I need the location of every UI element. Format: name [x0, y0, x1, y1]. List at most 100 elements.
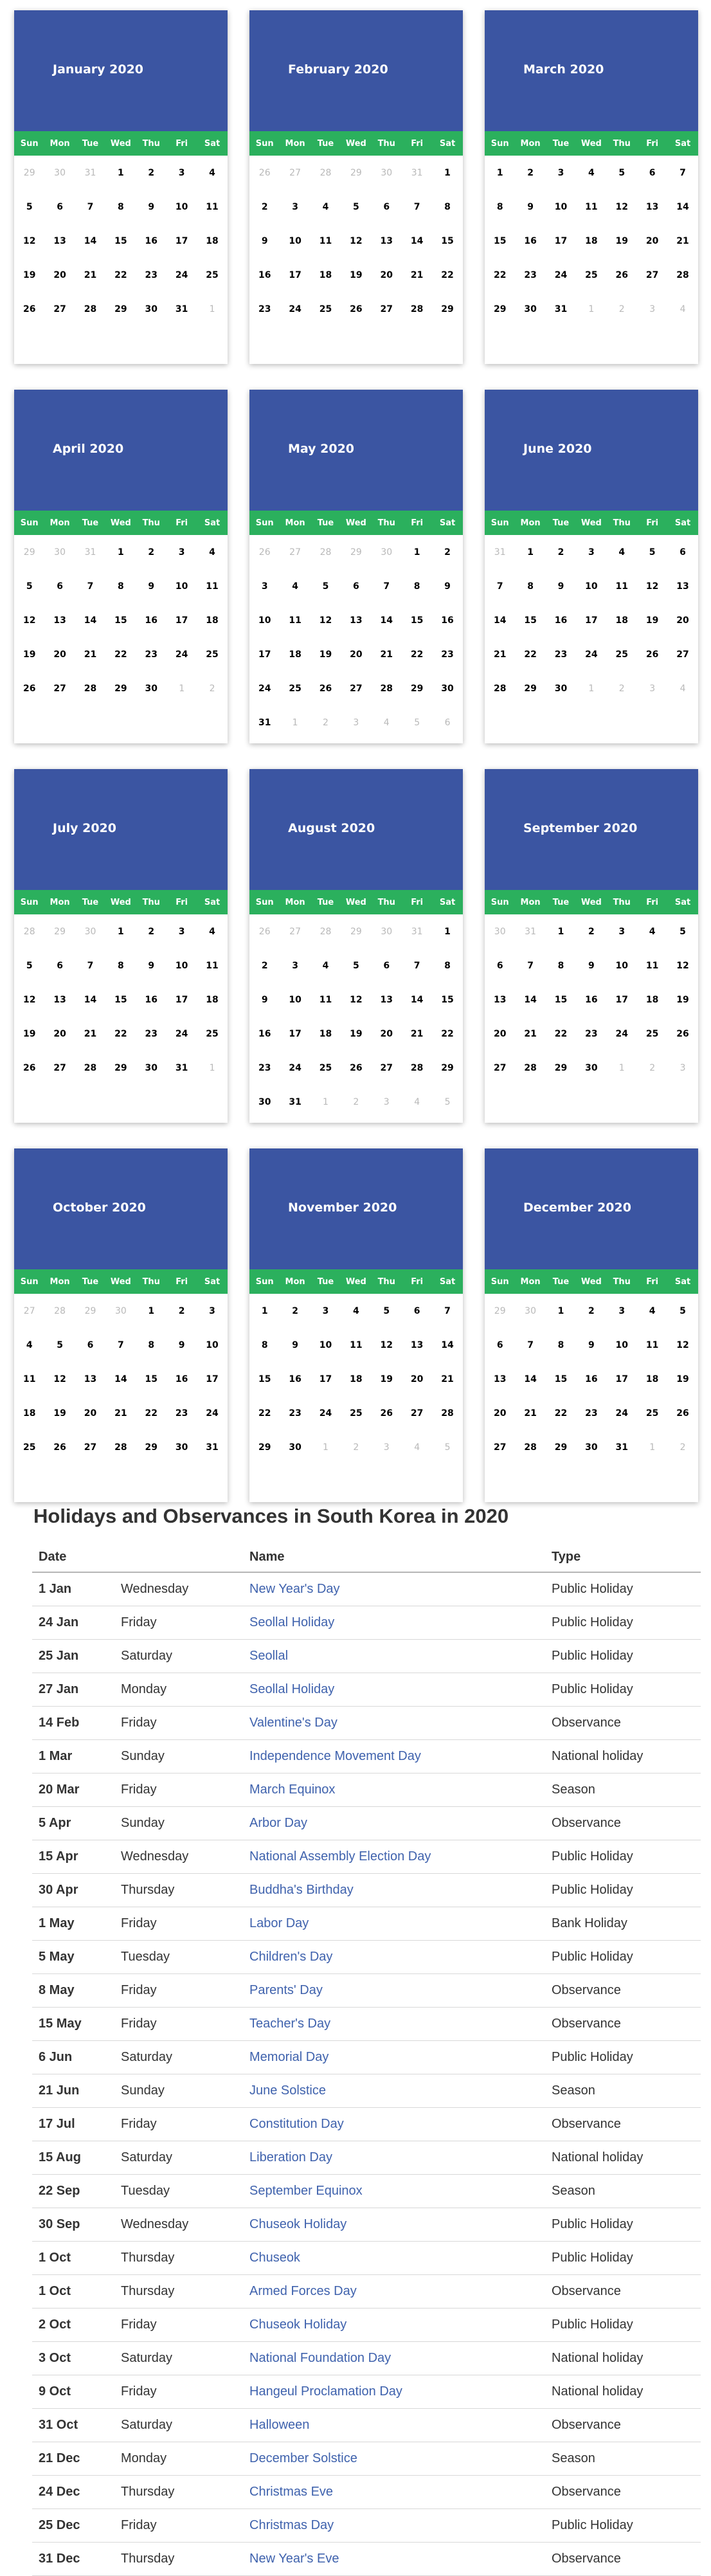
day-cell[interactable]: 11 — [310, 983, 341, 1017]
day-cell[interactable]: 27 — [372, 1051, 402, 1085]
day-cell[interactable]: 4 — [197, 535, 227, 569]
adjacent-month-day[interactable]: 1 — [310, 1430, 341, 1464]
day-cell[interactable]: 18 — [341, 1362, 371, 1396]
day-cell[interactable]: 28 — [402, 292, 432, 326]
day-cell[interactable]: 7 — [515, 948, 545, 983]
day-cell[interactable]: 2 — [576, 914, 606, 948]
day-cell[interactable]: 4 — [14, 1328, 44, 1362]
day-cell[interactable]: 3 — [197, 1294, 227, 1328]
day-cell[interactable]: 14 — [402, 224, 432, 258]
day-cell[interactable]: 1 — [485, 156, 515, 190]
day-cell[interactable]: 22 — [546, 1017, 576, 1051]
adjacent-month-day[interactable]: 1 — [197, 292, 227, 326]
holiday-name-link[interactable]: Christmas Day — [249, 2518, 334, 2532]
day-cell[interactable]: 15 — [402, 603, 432, 637]
day-cell[interactable]: 2 — [249, 948, 280, 983]
day-cell[interactable]: 20 — [485, 1396, 515, 1430]
day-cell[interactable]: 7 — [75, 190, 105, 224]
holiday-name-link[interactable]: December Solstice — [249, 2451, 357, 2465]
adjacent-month-day[interactable]: 31 — [75, 535, 105, 569]
day-cell[interactable]: 10 — [280, 224, 310, 258]
day-cell[interactable]: 7 — [105, 1328, 136, 1362]
day-cell[interactable]: 4 — [280, 569, 310, 603]
day-cell[interactable]: 12 — [372, 1328, 402, 1362]
day-cell[interactable]: 6 — [485, 1328, 515, 1362]
day-cell[interactable]: 4 — [310, 190, 341, 224]
holiday-name-link[interactable]: National Foundation Day — [249, 2351, 391, 2365]
day-cell[interactable]: 8 — [432, 948, 462, 983]
adjacent-month-day[interactable]: 4 — [402, 1430, 432, 1464]
day-cell[interactable]: 1 — [546, 914, 576, 948]
day-cell[interactable]: 15 — [546, 1362, 576, 1396]
adjacent-month-day[interactable]: 29 — [341, 156, 371, 190]
day-cell[interactable]: 16 — [136, 603, 166, 637]
day-cell[interactable]: 19 — [667, 1362, 698, 1396]
day-cell[interactable]: 20 — [637, 224, 667, 258]
day-cell[interactable]: 14 — [75, 224, 105, 258]
day-cell[interactable]: 19 — [667, 983, 698, 1017]
adjacent-month-day[interactable]: 5 — [402, 705, 432, 739]
day-cell[interactable]: 13 — [372, 224, 402, 258]
adjacent-month-day[interactable]: 31 — [515, 914, 545, 948]
day-cell[interactable]: 20 — [402, 1362, 432, 1396]
day-cell[interactable]: 18 — [637, 983, 667, 1017]
adjacent-month-day[interactable]: 5 — [432, 1430, 462, 1464]
day-cell[interactable]: 13 — [485, 983, 515, 1017]
day-cell[interactable]: 15 — [515, 603, 545, 637]
day-cell[interactable]: 2 — [432, 535, 462, 569]
day-cell[interactable]: 11 — [310, 224, 341, 258]
adjacent-month-day[interactable]: 2 — [310, 705, 341, 739]
day-cell[interactable]: 3 — [280, 948, 310, 983]
holiday-name-link[interactable]: September Equinox — [249, 2184, 363, 2198]
adjacent-month-day[interactable]: 2 — [607, 292, 637, 326]
day-cell[interactable]: 8 — [249, 1328, 280, 1362]
day-cell[interactable]: 6 — [402, 1294, 432, 1328]
day-cell[interactable]: 5 — [14, 190, 44, 224]
day-cell[interactable]: 14 — [485, 603, 515, 637]
adjacent-month-day[interactable]: 29 — [341, 535, 371, 569]
day-cell[interactable]: 4 — [637, 914, 667, 948]
day-cell[interactable]: 30 — [249, 1085, 280, 1119]
day-cell[interactable]: 1 — [546, 1294, 576, 1328]
day-cell[interactable]: 30 — [576, 1430, 606, 1464]
day-cell[interactable]: 3 — [546, 156, 576, 190]
day-cell[interactable]: 11 — [14, 1362, 44, 1396]
day-cell[interactable]: 13 — [402, 1328, 432, 1362]
adjacent-month-day[interactable]: 28 — [310, 156, 341, 190]
holiday-name-link[interactable]: Christmas Eve — [249, 2485, 333, 2499]
day-cell[interactable]: 27 — [485, 1051, 515, 1085]
day-cell[interactable]: 24 — [249, 671, 280, 705]
day-cell[interactable]: 16 — [576, 1362, 606, 1396]
day-cell[interactable]: 30 — [280, 1430, 310, 1464]
day-cell[interactable]: 5 — [372, 1294, 402, 1328]
day-cell[interactable]: 3 — [166, 156, 197, 190]
holiday-name-link[interactable]: Chuseok Holiday — [249, 2217, 346, 2231]
day-cell[interactable]: 29 — [136, 1430, 166, 1464]
day-cell[interactable]: 28 — [515, 1430, 545, 1464]
day-cell[interactable]: 16 — [515, 224, 545, 258]
day-cell[interactable]: 14 — [432, 1328, 462, 1362]
day-cell[interactable]: 29 — [105, 292, 136, 326]
day-cell[interactable]: 10 — [280, 983, 310, 1017]
holiday-name-link[interactable]: Constitution Day — [249, 2117, 344, 2131]
adjacent-month-day[interactable]: 29 — [14, 535, 44, 569]
day-cell[interactable]: 14 — [372, 603, 402, 637]
day-cell[interactable]: 16 — [166, 1362, 197, 1396]
day-cell[interactable]: 12 — [14, 983, 44, 1017]
day-cell[interactable]: 25 — [341, 1396, 371, 1430]
adjacent-month-day[interactable]: 30 — [372, 914, 402, 948]
day-cell[interactable]: 23 — [576, 1396, 606, 1430]
day-cell[interactable]: 31 — [546, 292, 576, 326]
day-cell[interactable]: 2 — [136, 535, 166, 569]
day-cell[interactable]: 7 — [432, 1294, 462, 1328]
day-cell[interactable]: 15 — [432, 224, 462, 258]
holiday-name-link[interactable]: Seollal — [249, 1649, 288, 1663]
holiday-name-link[interactable]: March Equinox — [249, 1782, 335, 1797]
day-cell[interactable]: 10 — [166, 569, 197, 603]
day-cell[interactable]: 5 — [310, 569, 341, 603]
day-cell[interactable]: 4 — [197, 914, 227, 948]
day-cell[interactable]: 14 — [667, 190, 698, 224]
day-cell[interactable]: 6 — [485, 948, 515, 983]
holiday-name-link[interactable]: Halloween — [249, 2418, 309, 2432]
day-cell[interactable]: 6 — [75, 1328, 105, 1362]
